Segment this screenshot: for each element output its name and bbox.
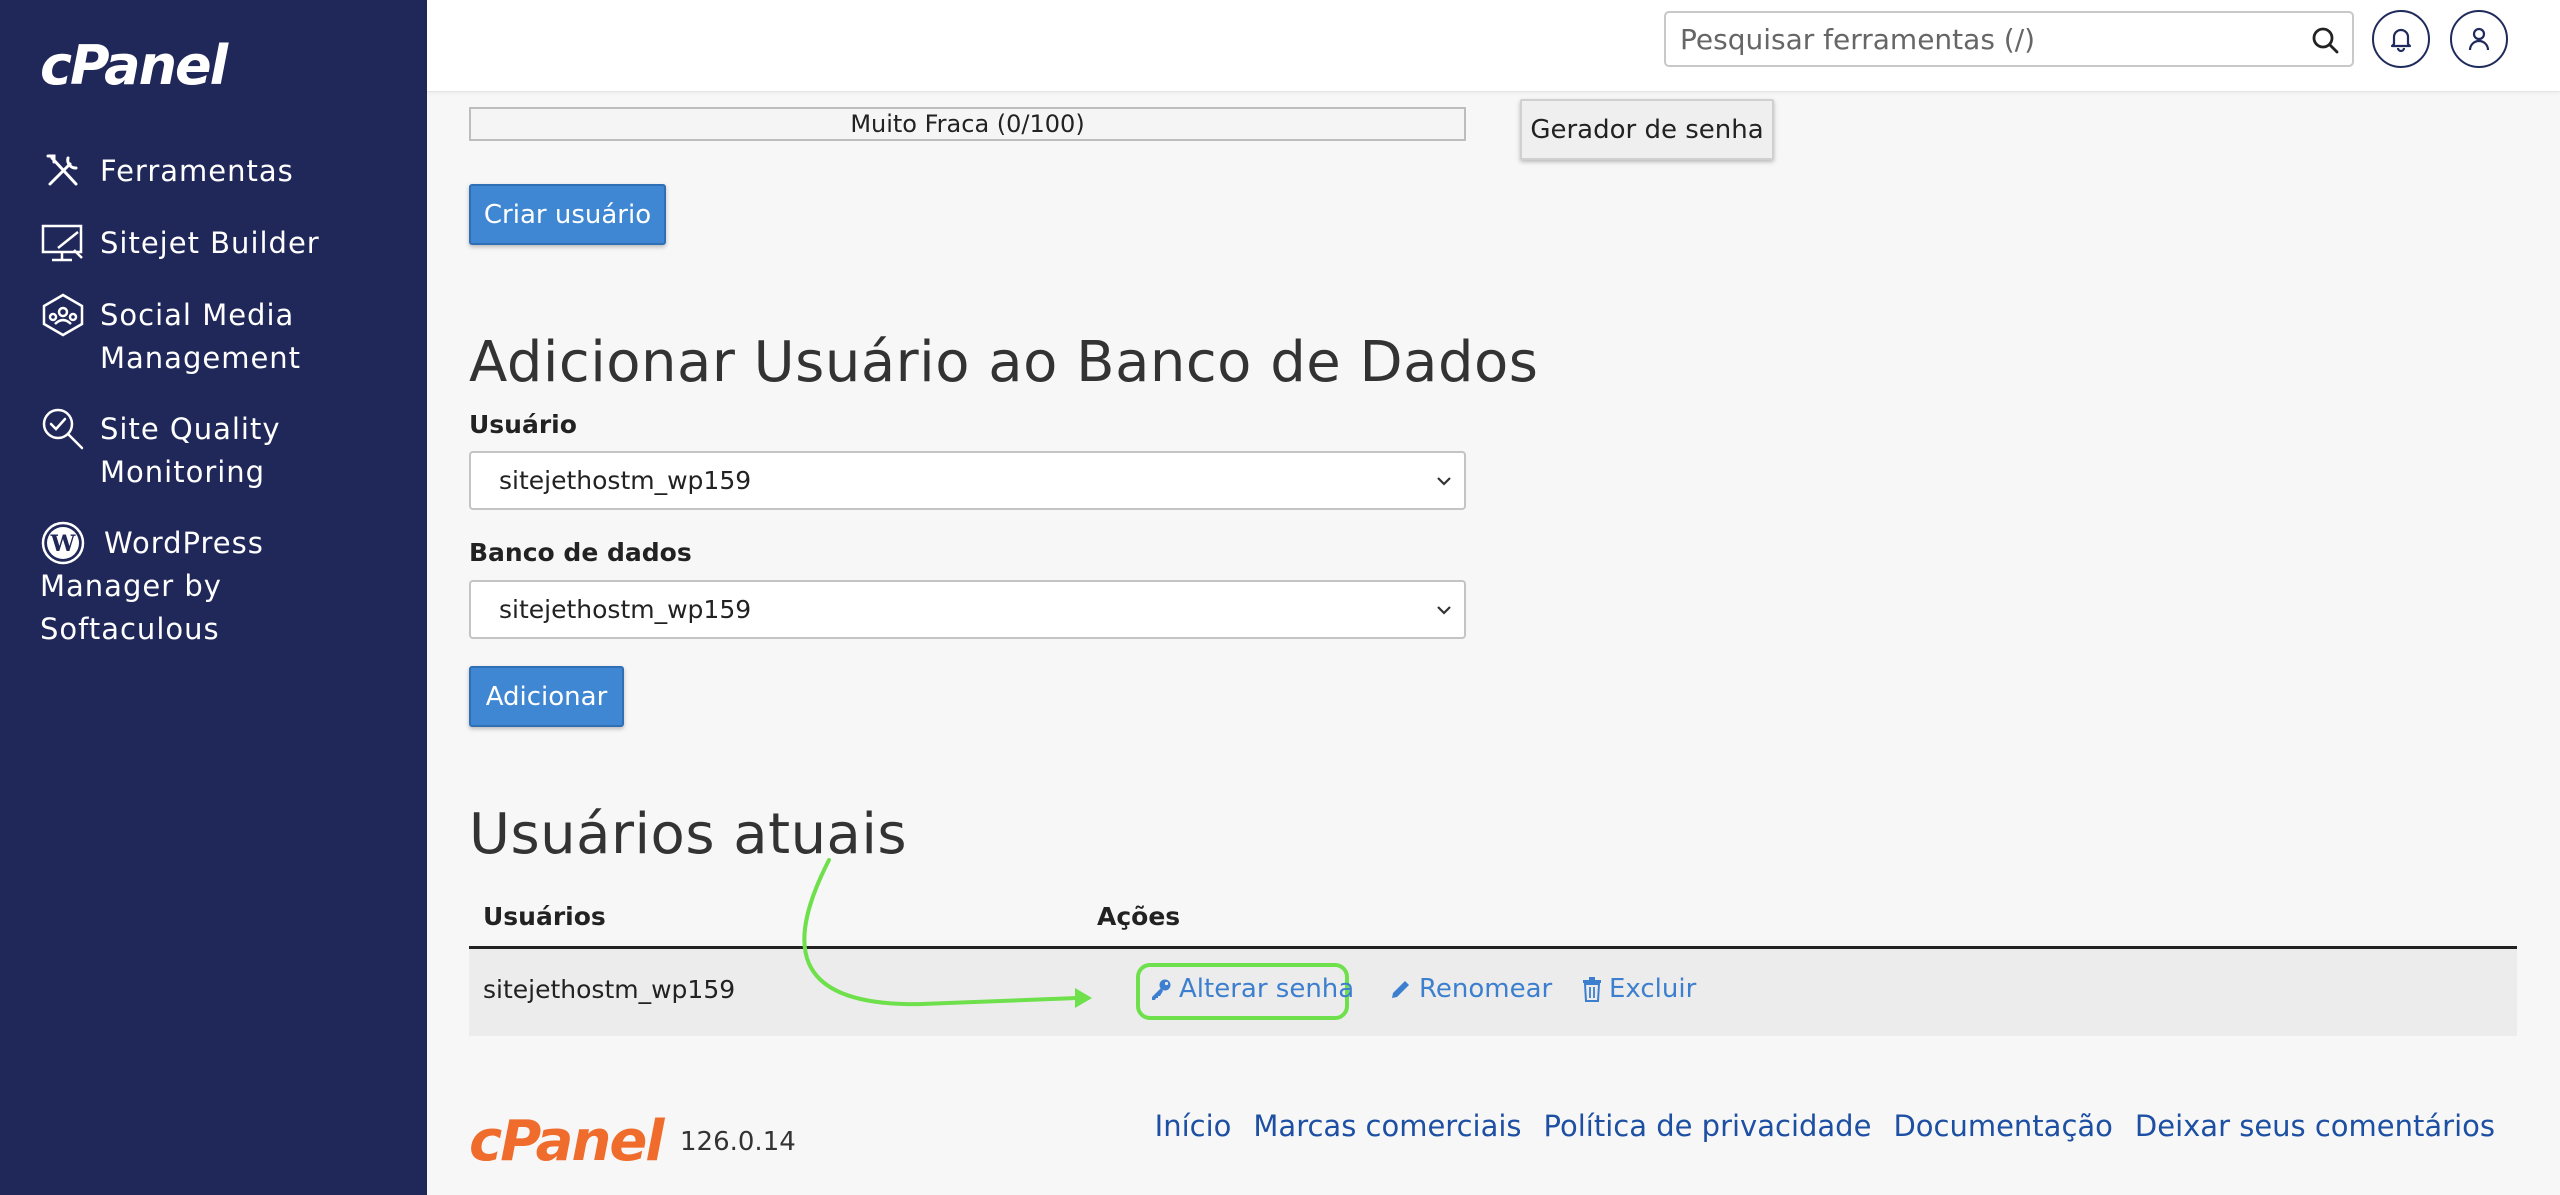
user-name-cell: sitejethostm_wp159: [483, 975, 736, 1004]
site-quality-icon: [42, 408, 84, 450]
user-select[interactable]: sitejethostm_wp159: [469, 451, 1466, 510]
key-icon: [1152, 979, 1171, 1000]
database-field-label: Banco de dados: [469, 538, 692, 567]
footer-link-documentation[interactable]: Documentação: [1893, 1109, 2112, 1143]
delete-link[interactable]: Excluir: [1581, 974, 1696, 1004]
sidebar-item-social-media[interactable]: Social Media Management: [40, 293, 410, 380]
user-menu-button[interactable]: [2450, 10, 2508, 68]
search-input[interactable]: [1666, 22, 2286, 56]
chevron-down-icon: [1437, 477, 1451, 486]
delete-label: Excluir: [1609, 974, 1697, 1004]
sidebar: cPanel Ferramentas Sitejet Builder Socia…: [0, 0, 427, 1195]
rename-link[interactable]: Renomear: [1389, 974, 1552, 1004]
user-icon: [2468, 27, 2490, 51]
user-field-label: Usuário: [469, 410, 577, 439]
footer-link-home[interactable]: Início: [1155, 1109, 1232, 1143]
version-text: 126.0.14: [680, 1127, 796, 1157]
footer-cpanel-logo[interactable]: cPanel: [469, 1109, 664, 1174]
tools-icon: [46, 154, 78, 186]
footer-link-feedback[interactable]: Deixar seus comentários: [2135, 1109, 2495, 1143]
sidebar-item-label: Ferramentas: [100, 154, 294, 188]
sidebar-item-wordpress[interactable]: W WordPress Manager by Softaculous: [40, 521, 410, 651]
sidebar-item-label: Social Media Management: [100, 298, 302, 375]
column-header-actions: Ações: [1097, 902, 1181, 931]
sidebar-item-label: Sitejet Builder: [100, 226, 320, 260]
table-header: Usuários Ações: [469, 892, 2517, 949]
footer-link-trademarks[interactable]: Marcas comerciais: [1253, 1109, 1521, 1143]
database-select[interactable]: sitejethostm_wp159: [469, 580, 1466, 639]
password-generator-button[interactable]: Gerador de senha: [1520, 99, 1774, 160]
change-password-label: Alterar senha: [1179, 974, 1355, 1004]
pencil-icon: [1392, 981, 1409, 998]
svg-text:W: W: [50, 531, 76, 557]
footer-link-privacy[interactable]: Política de privacidade: [1544, 1109, 1872, 1143]
sidebar-item-site-quality[interactable]: Site Quality Monitoring: [40, 408, 410, 494]
current-users-title: Usuários atuais: [469, 802, 908, 867]
change-password-link[interactable]: Alterar senha: [1149, 974, 1354, 1004]
sidebar-item-ferramentas[interactable]: Ferramentas: [40, 150, 410, 194]
sidebar-nav: Ferramentas Sitejet Builder Social Media…: [40, 150, 410, 679]
search-box: [1664, 11, 2354, 67]
social-media-icon: [42, 293, 84, 337]
chevron-down-icon: [1437, 606, 1451, 615]
wordpress-icon: W: [41, 521, 85, 565]
notifications-button[interactable]: [2372, 10, 2430, 68]
search-icon[interactable]: [2310, 25, 2340, 55]
user-select-value: sitejethostm_wp159: [499, 466, 752, 495]
cpanel-logo[interactable]: cPanel: [40, 34, 228, 97]
bell-icon: [2390, 28, 2412, 53]
database-select-value: sitejethostm_wp159: [499, 595, 752, 624]
create-user-button[interactable]: Criar usuário: [469, 184, 666, 245]
password-strength-meter: Muito Fraca (0/100): [469, 107, 1466, 141]
top-header: [427, 0, 2560, 92]
footer-links: Início Marcas comerciais Política de pri…: [1155, 1109, 2495, 1143]
sidebar-item-label: Site Quality Monitoring: [100, 412, 281, 489]
users-table: Usuários Ações sitejethostm_wp159 Altera…: [469, 892, 2517, 1036]
add-user-title: Adicionar Usuário ao Banco de Dados: [469, 330, 1539, 395]
sidebar-item-sitejet[interactable]: Sitejet Builder: [40, 222, 410, 266]
add-button[interactable]: Adicionar: [469, 666, 624, 727]
trash-icon: [1583, 977, 1601, 1002]
sitejet-icon: [41, 224, 83, 262]
table-row: sitejethostm_wp159 Alterar senha Renomea…: [469, 949, 2517, 1036]
rename-label: Renomear: [1419, 974, 1553, 1004]
column-header-users: Usuários: [483, 902, 606, 931]
main-content: Muito Fraca (0/100) Gerador de senha Cri…: [427, 92, 2560, 1195]
